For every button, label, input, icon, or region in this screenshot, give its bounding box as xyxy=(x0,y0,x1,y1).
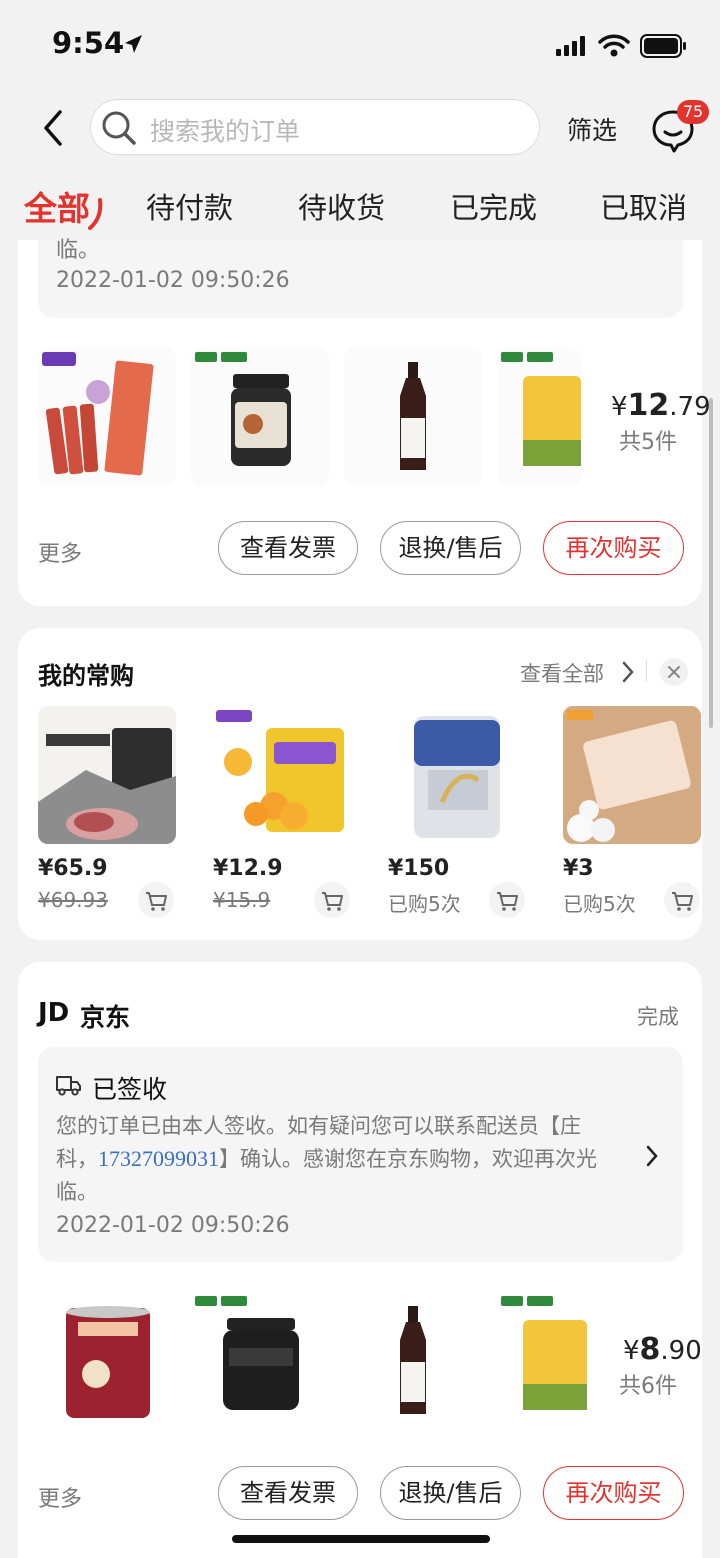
home-indicator[interactable] xyxy=(232,1535,490,1543)
product-thumbnail[interactable] xyxy=(212,706,350,844)
product-price: ¥150 xyxy=(388,856,450,881)
tab-all[interactable]: 全部 xyxy=(24,182,90,230)
cart-icon xyxy=(146,892,167,911)
buy-again-button[interactable]: 再次购买 xyxy=(543,1466,684,1520)
product-original-price: ¥69.93 xyxy=(38,888,108,912)
add-to-cart-button[interactable] xyxy=(314,882,350,918)
product-thumbnail[interactable] xyxy=(497,348,581,486)
order-total: ¥8.90 xyxy=(623,1332,702,1367)
cart-icon xyxy=(497,892,518,911)
cart-icon xyxy=(322,892,343,911)
order-total: ¥12.79 xyxy=(611,388,711,423)
add-to-cart-button[interactable] xyxy=(138,882,174,918)
more-link[interactable]: 更多 xyxy=(38,536,82,568)
location-arrow-icon xyxy=(125,35,142,53)
shop-logo: JD xyxy=(38,998,70,1028)
order-timestamp: 2022-01-02 09:50:26 xyxy=(56,268,290,293)
add-to-cart-button[interactable] xyxy=(664,882,700,918)
tab-cancelled[interactable]: 已取消 xyxy=(600,185,687,227)
product-price: ¥65.9 xyxy=(38,856,108,881)
order-timestamp: 2022-01-02 09:50:26 xyxy=(56,1213,290,1238)
product-thumbnail[interactable] xyxy=(191,1292,329,1430)
product-thumbnail[interactable] xyxy=(344,1292,482,1430)
product-thumbnail[interactable] xyxy=(38,348,176,486)
divider xyxy=(646,660,647,682)
product-original-price: ¥15.9 xyxy=(213,888,271,912)
delivery-truck-icon xyxy=(56,1076,81,1096)
product-thumbnail[interactable] xyxy=(344,348,482,486)
product-thumbnail[interactable] xyxy=(38,706,176,844)
view-all-link[interactable]: 查看全部 xyxy=(520,658,604,688)
purchase-count: 已购5次 xyxy=(388,892,461,916)
chevron-right-icon xyxy=(622,661,634,683)
frequent-title: 我的常购 xyxy=(38,662,134,690)
return-service-button[interactable]: 退换/售后 xyxy=(380,1466,521,1520)
order-item-count: 共5件 xyxy=(619,430,677,455)
product-price: ¥12.9 xyxy=(213,856,283,881)
wifi-icon xyxy=(598,34,630,57)
message-count-badge: 75 xyxy=(677,100,709,124)
battery-icon xyxy=(640,34,686,58)
back-icon[interactable] xyxy=(38,108,68,148)
product-thumbnail[interactable] xyxy=(191,348,329,486)
search-placeholder: 搜索我的订单 xyxy=(150,117,301,146)
courier-phone-link[interactable]: 17327099031 xyxy=(98,1146,219,1171)
tab-active-indicator xyxy=(88,198,103,230)
delivery-message-line3: 临。 xyxy=(56,1180,98,1204)
order-item-count: 共6件 xyxy=(619,1374,677,1399)
product-thumbnail[interactable] xyxy=(388,706,526,844)
status-time: 9:54 xyxy=(52,26,125,60)
chevron-right-icon[interactable] xyxy=(644,1144,660,1168)
product-price: ¥3 xyxy=(563,856,594,881)
product-thumbnail[interactable] xyxy=(497,1292,587,1430)
delivery-status-title: 已签收 xyxy=(92,1075,168,1104)
delivery-message-line2: 科，17327099031】确认。感谢您在京东购物，欢迎再次光 xyxy=(56,1146,597,1171)
scrollbar[interactable] xyxy=(709,398,713,728)
more-link[interactable]: 更多 xyxy=(38,1481,82,1513)
close-icon xyxy=(668,666,680,678)
tab-pending-receipt[interactable]: 待收货 xyxy=(298,185,385,227)
return-service-button[interactable]: 退换/售后 xyxy=(380,521,521,575)
cart-icon xyxy=(672,892,693,911)
shop-name[interactable]: 京东 xyxy=(80,998,130,1034)
buy-again-button[interactable]: 再次购买 xyxy=(543,521,684,575)
add-to-cart-button[interactable] xyxy=(489,882,525,918)
delivery-message: 临。 xyxy=(56,238,101,263)
filter-button[interactable]: 筛选 xyxy=(567,111,617,147)
view-invoice-button[interactable]: 查看发票 xyxy=(218,521,358,575)
cellular-signal-icon xyxy=(556,36,585,56)
tab-pending-payment[interactable]: 待付款 xyxy=(146,185,233,227)
delivery-message: 您的订单已由本人签收。如有疑问您可以联系配送员【庄 xyxy=(56,1114,581,1138)
tab-completed[interactable]: 已完成 xyxy=(450,185,537,227)
purchase-count: 已购5次 xyxy=(563,892,636,916)
product-thumbnail[interactable] xyxy=(38,1292,176,1430)
order-status: 完成 xyxy=(637,1005,679,1029)
close-button[interactable] xyxy=(660,658,688,686)
search-icon xyxy=(102,111,136,145)
product-thumbnail[interactable] xyxy=(563,706,701,844)
view-invoice-button[interactable]: 查看发票 xyxy=(218,1466,358,1520)
